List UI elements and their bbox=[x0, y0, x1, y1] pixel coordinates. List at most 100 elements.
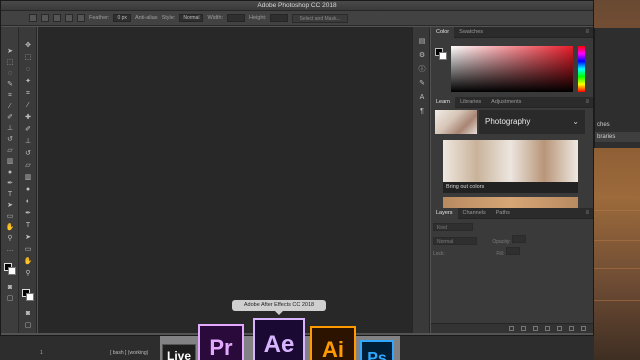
eraser-tool-icon[interactable]: ▱ bbox=[23, 161, 33, 170]
artboard-tool-icon[interactable]: ⬚ bbox=[5, 58, 15, 67]
layer-filter-kind[interactable]: Kind bbox=[433, 223, 473, 231]
crop-tool-icon[interactable]: ⌗ bbox=[5, 91, 15, 100]
new-layer-icon[interactable] bbox=[569, 326, 574, 331]
tab-channels[interactable]: Channels bbox=[458, 208, 491, 219]
layer-style-icon[interactable] bbox=[521, 326, 526, 331]
panel-menu-icon[interactable]: ≡ bbox=[585, 99, 589, 105]
eyedropper-tool-icon[interactable]: ⁄ bbox=[5, 102, 15, 111]
zoom-tool-icon[interactable]: ⚲ bbox=[23, 269, 33, 278]
lasso-tool-icon[interactable]: ◌ bbox=[5, 69, 15, 78]
background-window[interactable]: ches braries bbox=[594, 28, 640, 148]
document-canvas[interactable] bbox=[38, 27, 412, 333]
hand-tool-icon[interactable]: ✋ bbox=[5, 223, 15, 232]
dock-app-live[interactable]: Live bbox=[162, 344, 196, 360]
info-panel-icon[interactable]: ⓘ bbox=[417, 65, 427, 74]
feather-input[interactable]: 0 px bbox=[113, 14, 131, 22]
color-panel bbox=[431, 38, 593, 97]
move-tool-icon[interactable]: ➤ bbox=[5, 47, 15, 56]
tab-layers[interactable]: Layers bbox=[431, 207, 458, 219]
panel-menu-icon[interactable]: ≡ bbox=[585, 29, 589, 35]
pen-tool-icon[interactable]: ✒ bbox=[23, 209, 33, 218]
intersect-selection-icon[interactable] bbox=[77, 14, 85, 22]
link-layers-icon[interactable] bbox=[509, 326, 514, 331]
tab-color[interactable]: Color bbox=[431, 26, 455, 38]
history-brush-tool-icon[interactable]: ↺ bbox=[23, 149, 33, 158]
move-tool-icon[interactable]: ✥ bbox=[23, 41, 33, 50]
blend-mode-select[interactable]: Normal bbox=[433, 237, 477, 245]
feather-label: Feather: bbox=[89, 15, 110, 21]
blur-tool-icon[interactable]: ● bbox=[23, 185, 33, 194]
healing-brush-tool-icon[interactable]: ✚ bbox=[23, 113, 33, 122]
layer-mask-icon[interactable] bbox=[533, 326, 538, 331]
path-select-tool-icon[interactable]: ➤ bbox=[23, 233, 33, 242]
eyedropper-tool-icon[interactable]: ⁄ bbox=[23, 101, 33, 110]
type-tool-icon[interactable]: T bbox=[5, 190, 15, 199]
learn-category-dropdown[interactable]: Photography ⌄ bbox=[479, 110, 585, 134]
new-group-icon[interactable] bbox=[557, 326, 562, 331]
eraser-tool-icon[interactable]: ▱ bbox=[5, 146, 15, 155]
tab-swatches[interactable]: Swatches bbox=[454, 27, 488, 38]
history-panel-icon[interactable]: ▤ bbox=[417, 37, 427, 46]
background-color-swatch[interactable] bbox=[26, 293, 34, 301]
adjustment-layer-icon[interactable] bbox=[545, 326, 550, 331]
new-selection-icon[interactable] bbox=[41, 14, 49, 22]
height-input[interactable] bbox=[270, 14, 289, 22]
crop-tool-icon[interactable]: ⌗ bbox=[23, 89, 33, 98]
lasso-tool-icon[interactable]: ◌ bbox=[23, 65, 33, 74]
gradient-tool-icon[interactable]: ▥ bbox=[23, 173, 33, 182]
tab-libraries[interactable]: Libraries bbox=[455, 97, 486, 108]
quick-mask-icon[interactable]: ◙ bbox=[23, 309, 33, 318]
zoom-tool-icon[interactable]: ⚲ bbox=[5, 234, 15, 243]
antialias-checkbox[interactable]: Anti-alias bbox=[135, 15, 158, 21]
color-picker-field[interactable] bbox=[451, 46, 573, 92]
dock-app-illustrator[interactable]: Ai bbox=[310, 326, 356, 360]
screen-mode-icon[interactable]: ▢ bbox=[23, 321, 33, 330]
properties-panel-icon[interactable]: ⚙ bbox=[417, 51, 427, 60]
shape-tool-icon[interactable]: ▭ bbox=[23, 245, 33, 254]
quick-mask-icon[interactable]: ◙ bbox=[5, 283, 15, 292]
subtract-selection-icon[interactable] bbox=[65, 14, 73, 22]
delete-layer-icon[interactable] bbox=[581, 326, 586, 331]
stamp-tool-icon[interactable]: ⊥ bbox=[23, 137, 33, 146]
width-input[interactable] bbox=[227, 14, 246, 22]
history-brush-tool-icon[interactable]: ↺ bbox=[5, 135, 15, 144]
tab-adjustments[interactable]: Adjustments bbox=[486, 97, 526, 108]
dock-app-premiere[interactable]: Pr bbox=[198, 324, 244, 360]
type-tool-icon[interactable]: T bbox=[23, 221, 33, 230]
quick-select-tool-icon[interactable]: ✎ bbox=[5, 80, 15, 89]
shape-tool-icon[interactable]: ▭ bbox=[5, 212, 15, 221]
select-and-mask-button[interactable]: Select and Mask... bbox=[292, 13, 348, 23]
hand-tool-icon[interactable]: ✋ bbox=[23, 257, 33, 266]
hue-slider[interactable] bbox=[578, 46, 585, 92]
dock-app-photoshop[interactable]: Ps bbox=[360, 340, 394, 360]
path-select-tool-icon[interactable]: ➤ bbox=[5, 201, 15, 210]
brush-tool-icon[interactable]: ✐ bbox=[23, 125, 33, 134]
character-panel-icon[interactable]: A bbox=[417, 93, 427, 102]
tab-paths[interactable]: Paths bbox=[491, 208, 515, 219]
fill-input[interactable] bbox=[505, 247, 520, 255]
pen-tool-icon[interactable]: ✒ bbox=[5, 179, 15, 188]
add-selection-icon[interactable] bbox=[53, 14, 61, 22]
magic-wand-tool-icon[interactable]: ✦ bbox=[23, 77, 33, 86]
gradient-tool-icon[interactable]: ▥ bbox=[5, 157, 15, 166]
tab-learn[interactable]: Learn bbox=[431, 96, 456, 108]
tutorial-card-next[interactable] bbox=[443, 197, 578, 208]
stamp-tool-icon[interactable]: ⊥ bbox=[5, 124, 15, 133]
blur-tool-icon[interactable]: ● bbox=[5, 168, 15, 177]
more-tools-icon[interactable]: … bbox=[5, 245, 15, 254]
brush-tool-icon[interactable]: ✐ bbox=[5, 113, 15, 122]
brush-panel-icon[interactable]: ✎ bbox=[417, 79, 427, 88]
color-background-swatch[interactable] bbox=[439, 52, 447, 60]
screen-mode-icon[interactable]: ▢ bbox=[5, 294, 15, 303]
dodge-tool-icon[interactable]: ◐ bbox=[23, 197, 33, 206]
tutorial-card-title[interactable]: Bring out colors bbox=[443, 182, 578, 193]
dock-app-after-effects[interactable]: Ae bbox=[253, 318, 305, 360]
opacity-input[interactable] bbox=[512, 235, 527, 243]
style-select[interactable]: Normal bbox=[179, 14, 204, 22]
marquee-tool-icon[interactable] bbox=[29, 14, 37, 22]
marquee-tool-icon[interactable]: ⬚ bbox=[23, 53, 33, 62]
paragraph-panel-icon[interactable]: ¶ bbox=[417, 107, 427, 116]
tutorial-card-image[interactable] bbox=[443, 140, 578, 182]
background-color-swatch[interactable] bbox=[8, 267, 16, 275]
panel-menu-icon[interactable]: ≡ bbox=[585, 210, 589, 216]
